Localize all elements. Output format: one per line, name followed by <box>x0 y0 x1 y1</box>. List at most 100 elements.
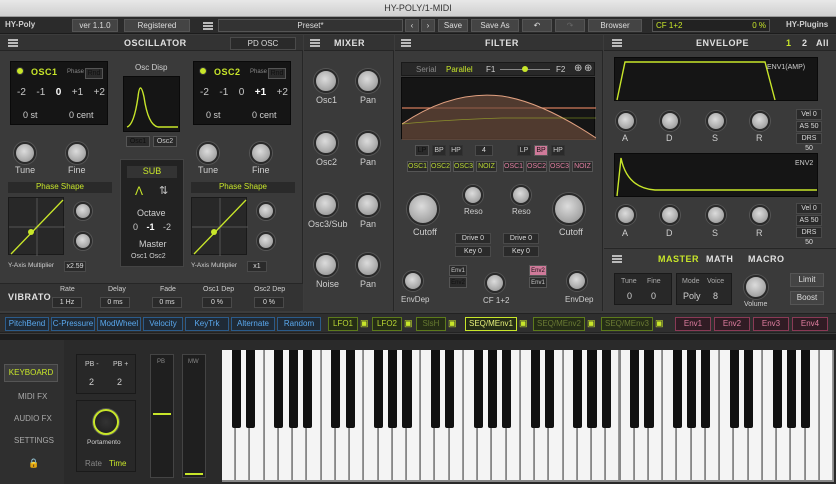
black-key[interactable] <box>331 350 341 428</box>
black-key[interactable] <box>402 350 412 428</box>
env2-display[interactable]: ENV2 <box>614 153 818 197</box>
f1-env1-button[interactable]: Env1 <box>449 265 467 276</box>
osc1-octave[interactable]: -2 -1 0 +1 +2 <box>17 87 105 98</box>
sidebar-item-settings[interactable]: SETTINGS <box>14 436 54 445</box>
env2-r-knob[interactable] <box>750 205 770 225</box>
filter2-lp-button[interactable]: LP <box>517 145 531 156</box>
seq1-folder-icon[interactable]: ▣ <box>519 318 528 329</box>
mod-env2[interactable]: Env2 <box>714 317 750 331</box>
f2-src-noiz[interactable]: NOIZ <box>572 161 593 172</box>
f1-src-osc2[interactable]: OSC2 <box>430 161 451 172</box>
master-mode-value[interactable]: Poly <box>683 291 701 301</box>
mod-random[interactable]: Random <box>277 317 321 331</box>
black-key[interactable] <box>487 350 497 428</box>
f1-src-noiz[interactable]: NOIZ <box>476 161 497 172</box>
filter2-bp-button[interactable]: BP <box>534 145 548 156</box>
filter-add-icon[interactable]: ⊕ <box>574 63 582 74</box>
env2-s-knob[interactable] <box>706 205 726 225</box>
vibrato-rate-value[interactable]: 1 Hz <box>52 297 82 308</box>
osc1-tune-knob[interactable] <box>14 142 36 164</box>
env-menu-icon[interactable] <box>612 39 622 47</box>
mod-alternate[interactable]: Alternate <box>231 317 275 331</box>
filter-menu-icon[interactable] <box>401 39 411 47</box>
seq3-folder-icon[interactable]: ▣ <box>655 318 664 329</box>
vibrato-osc2dep-value[interactable]: 0 % <box>254 297 284 308</box>
env1-vel-value[interactable]: Vel 0 <box>796 109 822 120</box>
osc2-oct-m2[interactable]: -2 <box>200 87 209 98</box>
f1-src-osc1[interactable]: OSC1 <box>407 161 428 172</box>
filter-slope-value[interactable]: 4 <box>475 145 493 156</box>
sub-saw-icon[interactable]: Λ <box>135 184 143 198</box>
filter-parallel-button[interactable]: Parallel <box>446 65 473 74</box>
black-key[interactable] <box>729 350 739 428</box>
osc2-oct-0[interactable]: 0 <box>239 87 245 98</box>
f1-env2-button[interactable]: Env2 <box>449 277 467 288</box>
f2-src-osc3[interactable]: OSC3 <box>549 161 570 172</box>
f1-reso-knob[interactable] <box>463 185 483 205</box>
registered-button[interactable]: Registered <box>124 19 190 32</box>
black-key[interactable] <box>587 350 597 428</box>
mix-osc1-knob[interactable] <box>314 69 338 93</box>
osc1-cent[interactable]: 0 cent <box>69 110 94 120</box>
f2-env2-button[interactable]: Env2 <box>529 265 547 276</box>
preset-selector[interactable]: Preset* <box>218 19 403 32</box>
osc2-oct-p1[interactable]: +1 <box>255 87 266 98</box>
black-key[interactable] <box>302 350 312 428</box>
env2-vel-value[interactable]: Vel 0 <box>796 203 822 214</box>
save-button[interactable]: Save <box>438 19 468 32</box>
f2-key-value[interactable]: Key 0 <box>503 246 539 257</box>
osc2-phase-knob-1[interactable] <box>257 202 275 220</box>
mod-seq-menv2[interactable]: SEQ/MEnv2 <box>533 317 585 331</box>
osc2-yaxis-value[interactable]: x1 <box>247 261 267 272</box>
osc1-oct-m2[interactable]: -2 <box>17 87 26 98</box>
f2-src-osc2[interactable]: OSC2 <box>526 161 547 172</box>
sidebar-item-midi-fx[interactable]: MIDI FX <box>18 392 47 401</box>
mod-lfo1[interactable]: LFO1 <box>328 317 358 331</box>
black-key[interactable] <box>644 350 654 428</box>
osc-menu-icon[interactable] <box>8 39 18 47</box>
mix-noise-knob[interactable] <box>314 253 338 277</box>
mix-osc3-knob[interactable] <box>314 193 338 217</box>
limit-button[interactable]: Limit <box>790 273 824 287</box>
black-key[interactable] <box>672 350 682 428</box>
next-preset-icon[interactable]: › <box>421 19 435 32</box>
sidebar-item-keyboard[interactable]: KEYBOARD <box>4 364 58 382</box>
portamento-knob[interactable] <box>93 409 119 435</box>
filter1-bp-button[interactable]: BP <box>432 145 446 156</box>
osc2-phase-knob-2[interactable] <box>257 232 275 250</box>
env1-a-knob[interactable] <box>616 111 636 131</box>
osc2-oct-p2[interactable]: +2 <box>277 87 288 98</box>
env-tab-2[interactable]: 2 <box>802 38 808 48</box>
black-key[interactable] <box>601 350 611 428</box>
osc2-power-icon[interactable] <box>199 67 207 75</box>
sub-oct-0[interactable]: 0 <box>133 222 138 232</box>
mod-env4[interactable]: Env4 <box>792 317 828 331</box>
portamento-time-button[interactable]: Time <box>109 459 126 468</box>
vibrato-fade-value[interactable]: 0 ms <box>152 297 182 308</box>
mix-pan3-knob[interactable] <box>356 193 380 217</box>
osc1-phase-plot[interactable] <box>8 197 65 256</box>
modwheel[interactable]: MW <box>182 354 206 478</box>
filter1-lp-button[interactable]: LP <box>415 145 429 156</box>
osc2-tune-knob[interactable] <box>197 142 219 164</box>
lfo2-folder-icon[interactable]: ▣ <box>404 318 413 329</box>
black-key[interactable] <box>772 350 782 428</box>
filter-add2-icon[interactable]: ⊕ <box>584 63 592 74</box>
f2-src-osc1[interactable]: OSC1 <box>503 161 524 172</box>
black-key[interactable] <box>388 350 398 428</box>
black-key[interactable] <box>288 350 298 428</box>
mod-slsh[interactable]: SlsH <box>416 317 446 331</box>
f2-env1-button[interactable]: Env1 <box>529 277 547 288</box>
mix-osc2-knob[interactable] <box>314 131 338 155</box>
env1-display[interactable]: ENV1(AMP) <box>614 57 818 101</box>
redo-icon[interactable]: ↷ <box>555 19 585 32</box>
black-key[interactable] <box>245 350 255 428</box>
filter-serial-button[interactable]: Serial <box>416 65 436 74</box>
prev-preset-icon[interactable]: ‹ <box>405 19 419 32</box>
lock-icon[interactable]: 🔒 <box>28 458 39 469</box>
black-key[interactable] <box>573 350 583 428</box>
master-fine-value[interactable]: 0 <box>651 291 656 301</box>
disp-osc1-button[interactable]: Osc1 <box>126 136 150 147</box>
osc1-oct-p1[interactable]: +1 <box>72 87 83 98</box>
black-key[interactable] <box>630 350 640 428</box>
